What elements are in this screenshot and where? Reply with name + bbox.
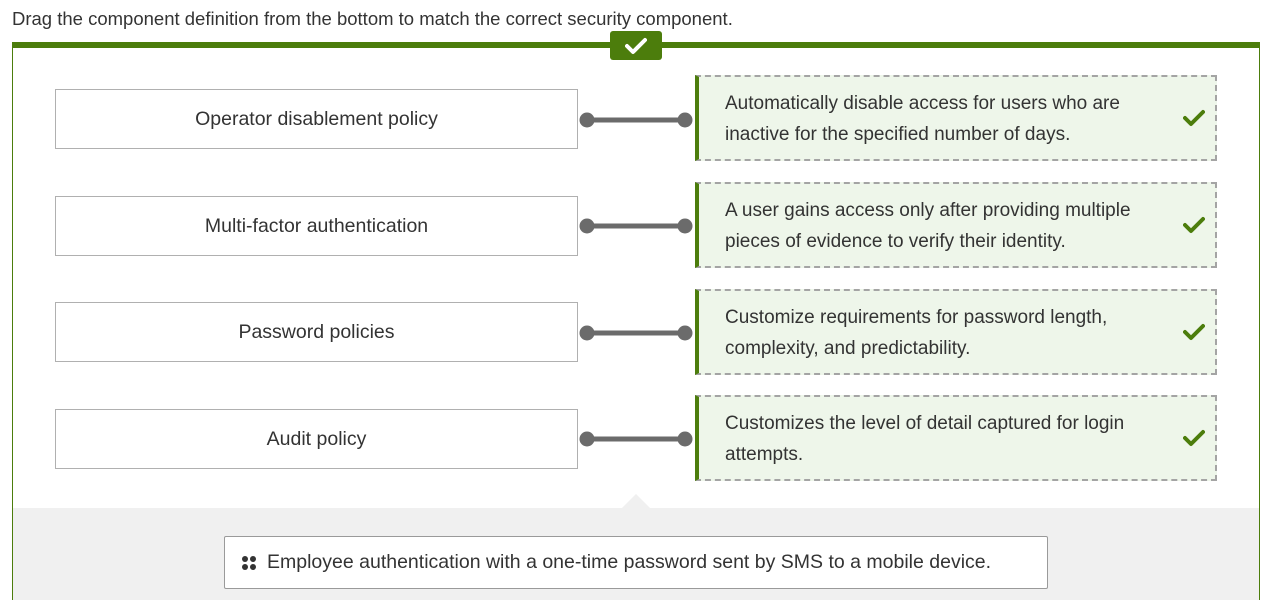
connector-line xyxy=(579,325,693,341)
component-box: Audit policy xyxy=(55,409,578,469)
component-label: Audit policy xyxy=(266,427,367,450)
component-box: Operator disablement policy xyxy=(55,89,578,149)
correct-checkmark-icon xyxy=(1183,430,1205,446)
match-row: Operator disablement policy Automaticall… xyxy=(0,75,1275,165)
match-row: Multi-factor authentication A user gains… xyxy=(0,182,1275,272)
draggable-definition-label: Employee authentication with a one-time … xyxy=(267,551,992,573)
checkmark-icon xyxy=(625,37,647,54)
drop-zone-filled[interactable]: Customizes the level of detail captured … xyxy=(695,395,1217,481)
status-tab xyxy=(610,31,662,60)
component-box: Multi-factor authentication xyxy=(55,196,578,256)
correct-checkmark-icon xyxy=(1183,217,1205,233)
definition-text: A user gains access only after providing… xyxy=(725,200,1131,252)
component-box: Password policies xyxy=(55,302,578,362)
component-label: Operator disablement policy xyxy=(195,107,438,130)
instructions-text: Drag the component definition from the b… xyxy=(12,8,733,29)
draggable-definition-item[interactable]: Employee authentication with a one-time … xyxy=(224,536,1048,589)
match-row: Audit policy Customizes the level of det… xyxy=(0,395,1275,485)
definition-text: Customize requirements for password leng… xyxy=(725,307,1108,359)
connector-line xyxy=(579,112,693,128)
drag-handle-icon[interactable] xyxy=(242,555,256,570)
correct-checkmark-icon xyxy=(1183,110,1205,126)
connector-line xyxy=(579,218,693,234)
component-label: Multi-factor authentication xyxy=(204,214,429,237)
connector-line xyxy=(579,431,693,447)
pool-pointer xyxy=(621,494,651,509)
component-label: Password policies xyxy=(238,320,395,343)
correct-checkmark-icon xyxy=(1183,324,1205,340)
drop-zone-filled[interactable]: A user gains access only after providing… xyxy=(695,182,1217,268)
drop-zone-filled[interactable]: Automatically disable access for users w… xyxy=(695,75,1217,161)
match-row: Password policies Customize requirements… xyxy=(0,289,1275,379)
definition-text: Automatically disable access for users w… xyxy=(725,93,1120,145)
drop-zone-filled[interactable]: Customize requirements for password leng… xyxy=(695,289,1217,375)
definition-text: Customizes the level of detail captured … xyxy=(725,413,1125,465)
